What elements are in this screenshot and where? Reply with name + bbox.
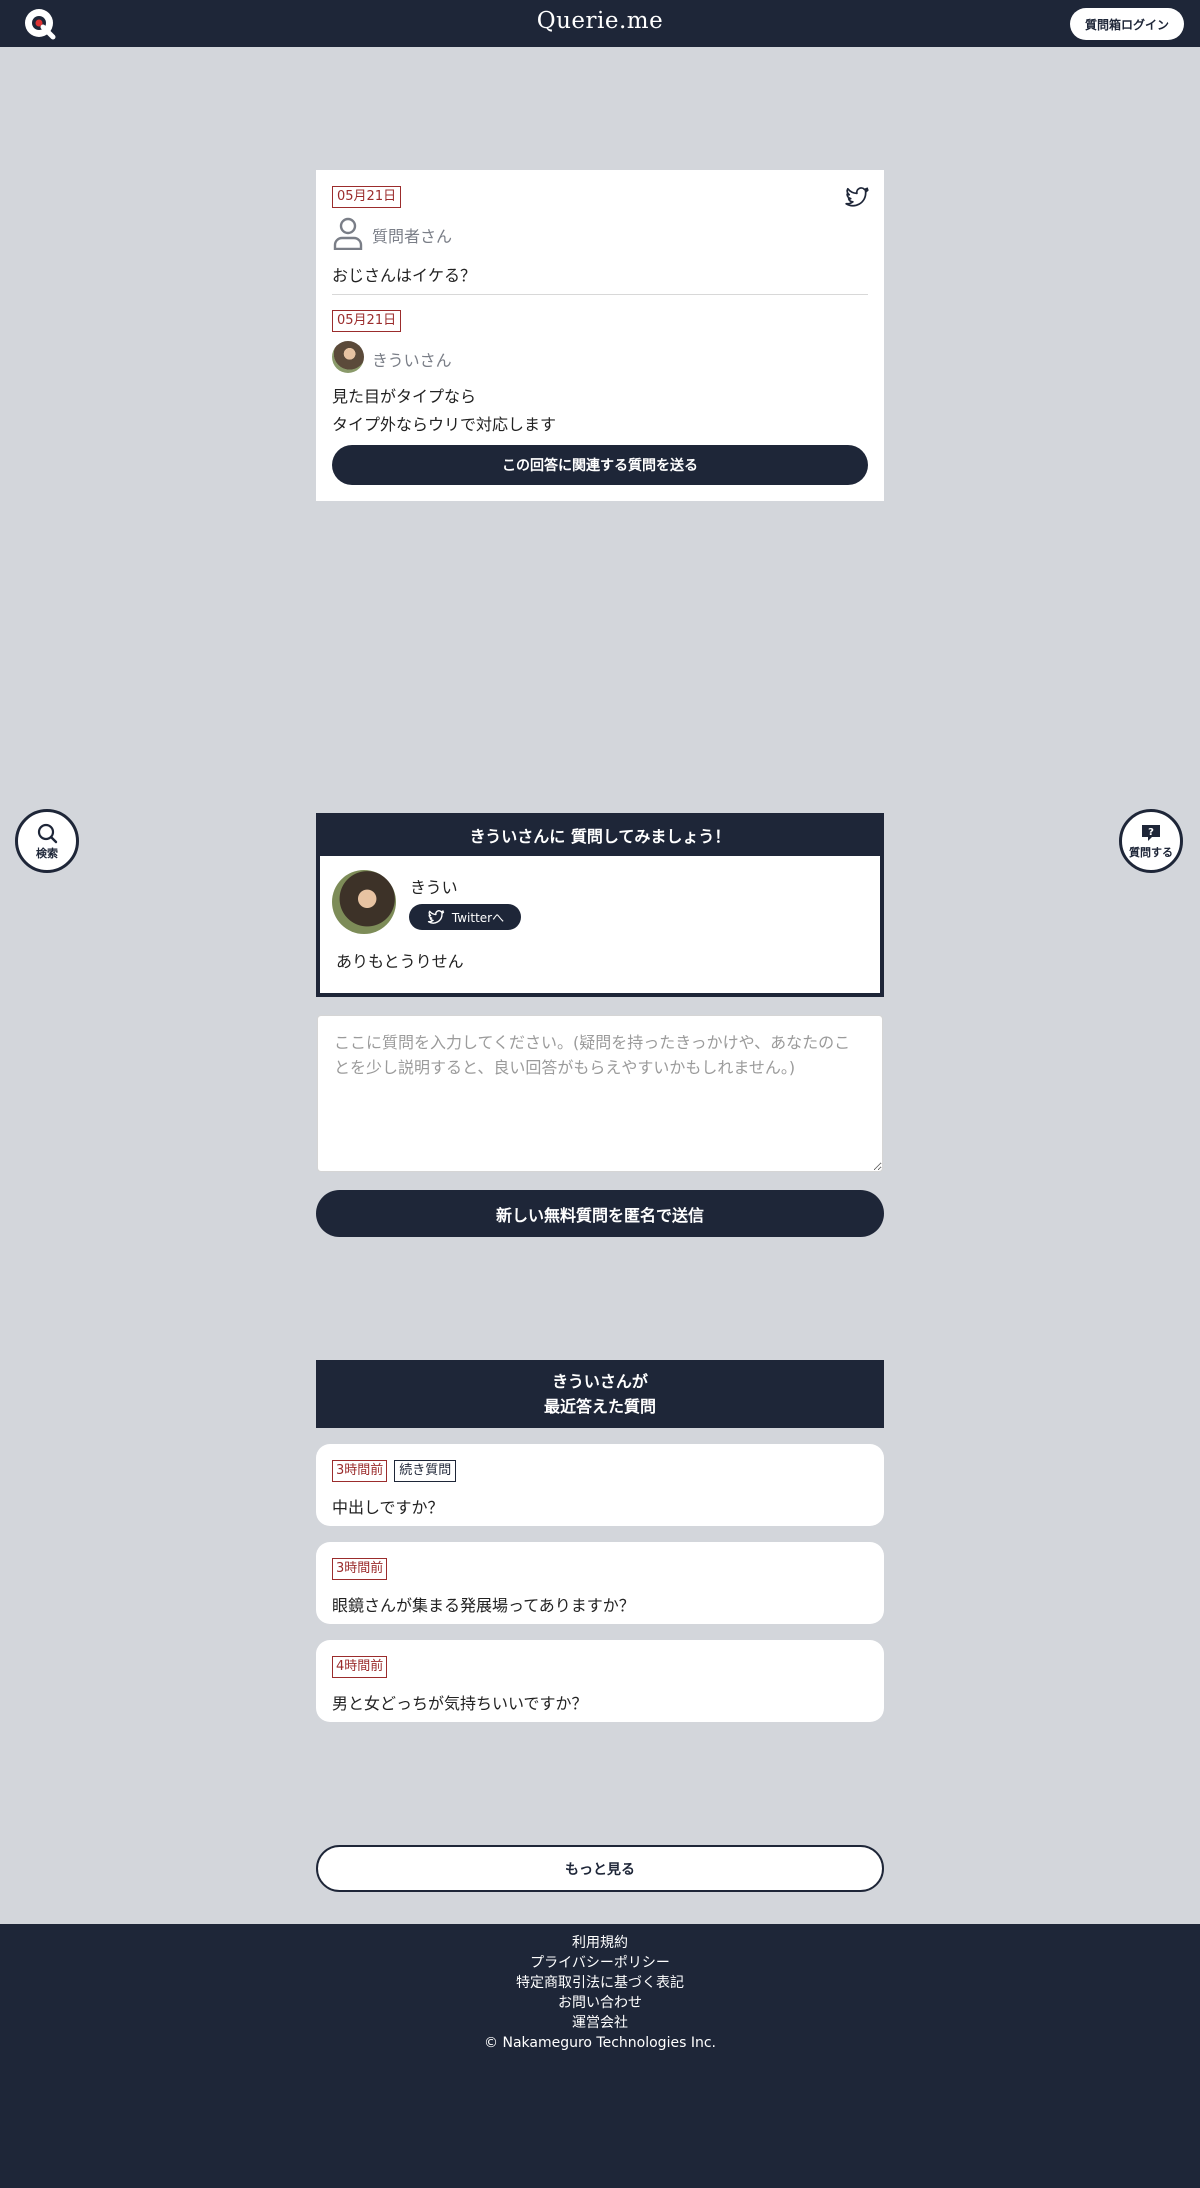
followup-badge: 続き質問 [394,1460,457,1482]
question-bubble-icon: ? [1142,824,1160,841]
site-title[interactable]: Querie.me [0,8,1200,34]
question-text: おじさんはイケる？ [332,266,477,285]
search-label: 検索 [36,846,58,860]
recent-heading-line: 最近答えた質問 [543,1397,656,1416]
related-question-button[interactable]: この回答に関連する質問を送る [332,445,868,485]
ask-button[interactable]: ? 質問する [1119,809,1183,873]
list-item[interactable]: 3時間前 眼鏡さんが集まる発展場ってありますか？ [316,1542,884,1624]
qa-card: 05月21日 質問者さん おじさんはイケる？ 05月21日 きういさん 見た目が… [316,170,884,501]
answerer-name[interactable]: きういさん [372,347,452,371]
list-item[interactable]: 4時間前 男と女どっちが気持ちいいですか？ [316,1640,884,1722]
search-icon [37,823,58,843]
profile-card: きうい Twitterへ ありもとうりせん [320,856,880,993]
footer-links: 利用規約 プライバシーポリシー 特定商取引法に基づく表記 お問い合わせ 運営会社… [0,1933,1200,2053]
profile-avatar [332,870,396,934]
twitter-icon[interactable] [844,184,870,210]
profile-bio: ありもとうりせん [336,952,464,971]
item-question-text: 眼鏡さんが集まる発展場ってありますか？ [332,1596,635,1615]
copyright: © Nakameguro Technologies Inc. [484,2035,716,2051]
twitter-link-button[interactable]: Twitterへ [409,904,521,930]
list-item[interactable]: 3時間前 続き質問 中出しですか？ [316,1444,884,1526]
item-tags: 3時間前 続き質問 [332,1460,457,1482]
footer-link-terms[interactable]: 利用規約 [0,1933,1200,1953]
recent-heading-line: きういさんが [552,1372,648,1391]
footer-link-commerce[interactable]: 特定商取引法に基づく表記 [0,1973,1200,1993]
item-question-text: 中出しですか？ [332,1498,444,1517]
item-question-text: 男と女どっちが気持ちいいですか？ [332,1694,588,1713]
profile-panel: きういさんに 質問してみましょう！ きうい Twitterへ ありもとうりせん [316,813,884,997]
site-footer: 利用規約 プライバシーポリシー 特定商取引法に基づく表記 お問い合わせ 運営会社… [0,1924,1200,2188]
answer-date-badge: 05月21日 [332,310,402,332]
answer-text: 見た目がタイプなら タイプ外ならウリで対応します [332,383,556,439]
twitter-link-label: Twitterへ [451,910,505,925]
svg-text:?: ? [1148,827,1154,838]
item-tags: 3時間前 [332,1558,388,1580]
time-badge: 3時間前 [332,1460,388,1482]
answer-line: タイプ外ならウリで対応します [332,415,557,434]
twitter-icon [427,910,445,924]
asker-name: 質問者さん [372,227,453,246]
recent-heading: きういさんが 最近答えた質問 [316,1360,884,1428]
divider [332,294,868,295]
send-question-button[interactable]: 新しい無料質問を匿名で送信 [316,1190,884,1237]
answerer-avatar[interactable] [332,341,364,373]
search-button[interactable]: 検索 [15,809,79,873]
person-icon [333,217,363,250]
item-tags: 4時間前 [332,1656,388,1678]
footer-link-contact[interactable]: お問い合わせ [0,1993,1200,2013]
login-button[interactable]: 質問箱ログイン [1070,8,1184,40]
site-header: Querie.me 質問箱ログイン [0,0,1200,47]
question-input[interactable] [317,1015,883,1172]
show-more-button[interactable]: もっと見る [316,1845,884,1892]
answer-line: 見た目がタイプなら [332,387,477,406]
profile-name: きうい [410,878,458,897]
footer-link-company[interactable]: 運営会社 [0,2013,1200,2033]
time-badge: 4時間前 [332,1656,388,1678]
ask-label: 質問する [1129,845,1173,859]
time-badge: 3時間前 [332,1558,388,1580]
question-date-badge: 05月21日 [332,186,402,208]
profile-heading: きういさんに 質問してみましょう！ [469,826,731,846]
footer-link-privacy[interactable]: プライバシーポリシー [0,1953,1200,1973]
